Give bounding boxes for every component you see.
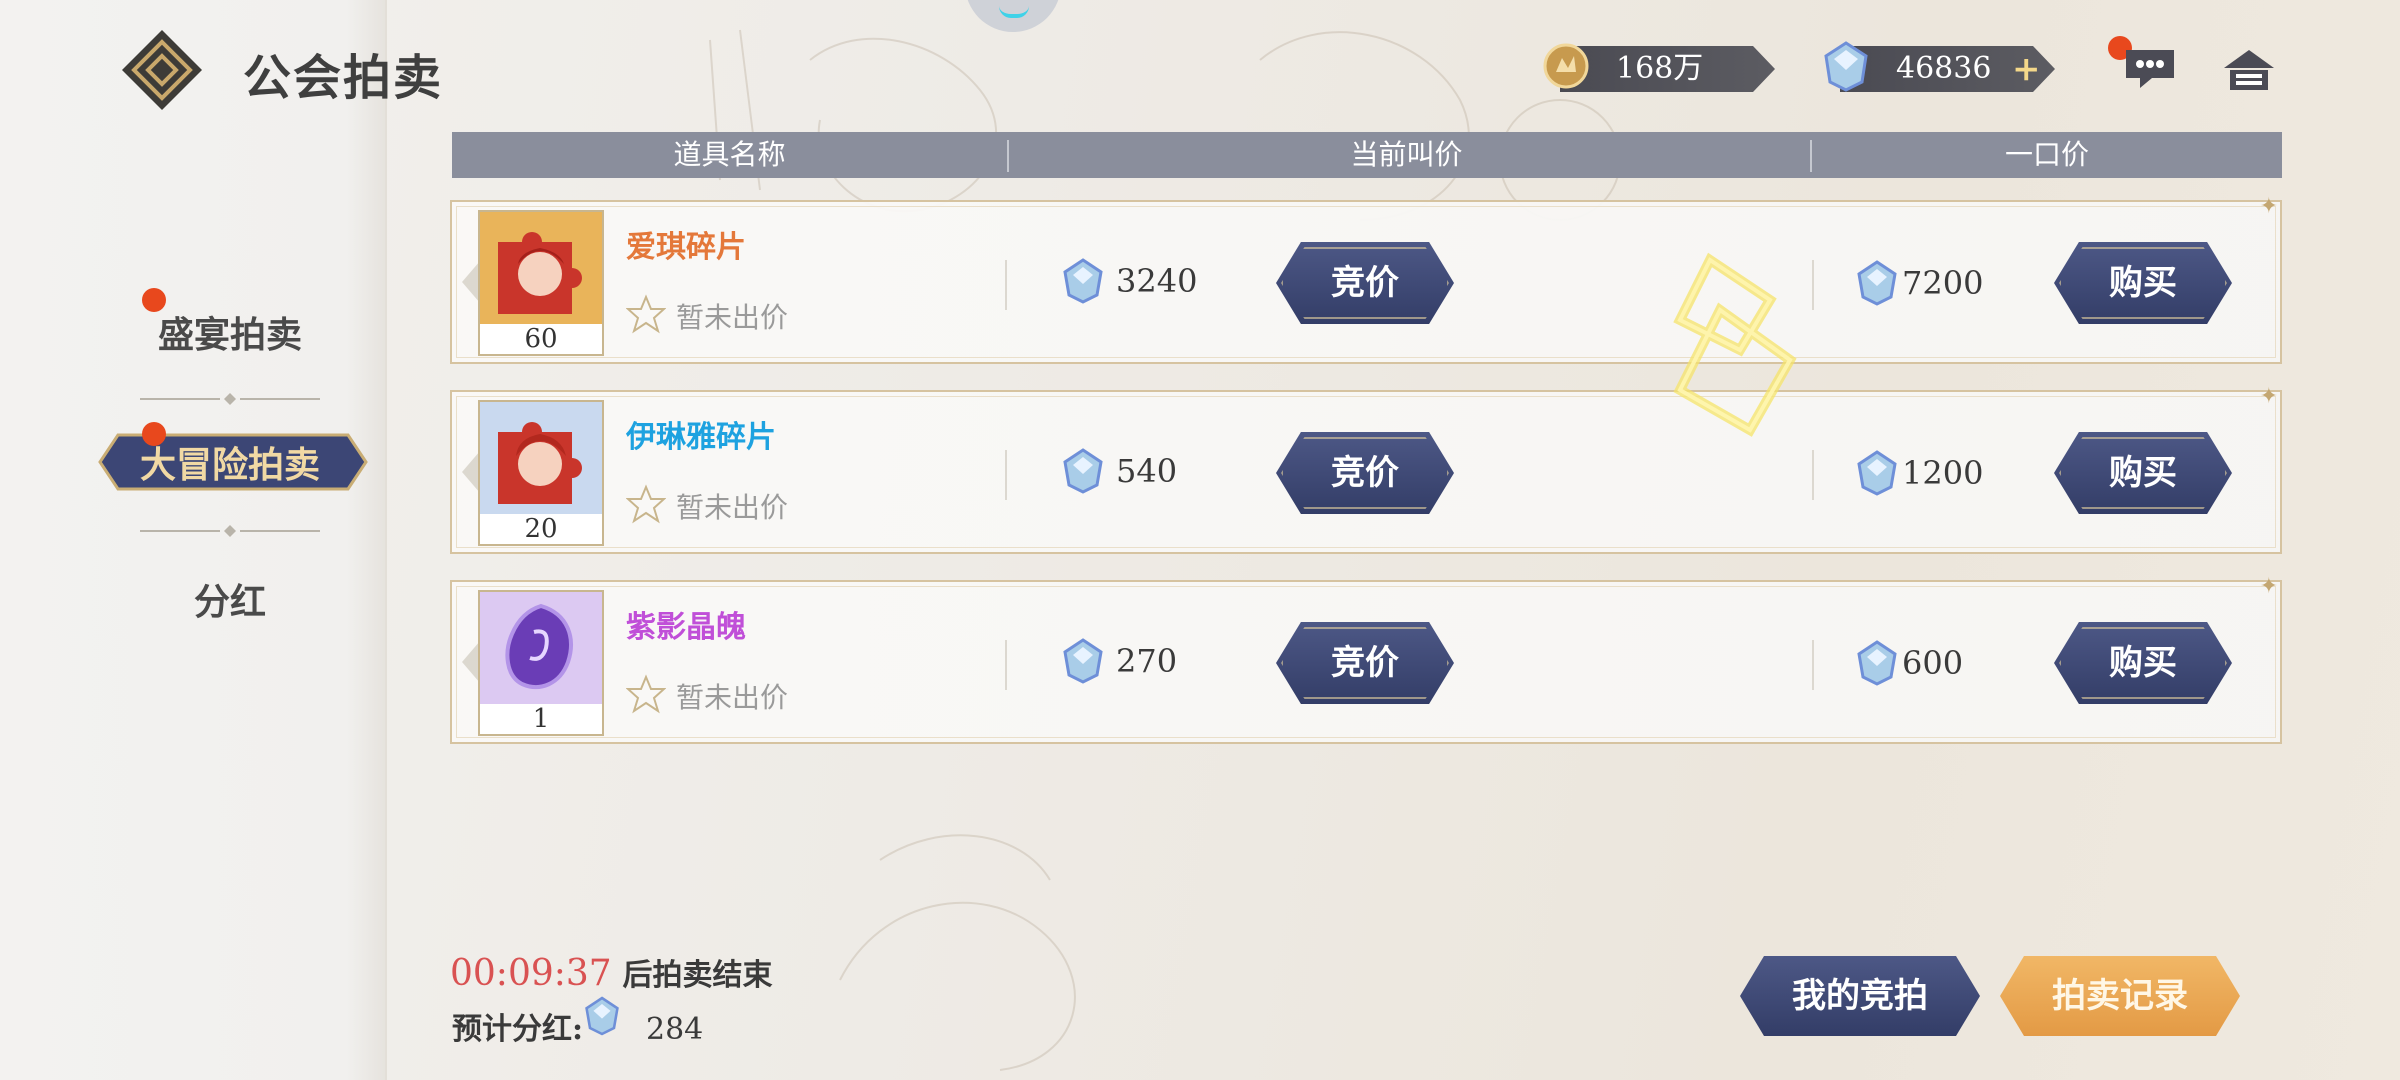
guild-logo-icon <box>122 30 202 110</box>
buyout-price: 1200 <box>1902 454 1984 492</box>
page-title: 公会拍卖 <box>243 50 444 106</box>
column-divider <box>1812 260 1814 310</box>
buy-button[interactable]: 购买 <box>2054 432 2232 514</box>
table-row: ✦ 1 紫影晶魄 暂未出价 270 竞价 600 购买 <box>450 574 2282 744</box>
buy-button-label: 购买 <box>2109 453 2177 493</box>
item-name: 伊琳雅碎片 <box>626 420 776 455</box>
current-bid-price: 3240 <box>1116 262 1198 300</box>
bid-button[interactable]: 竞价 <box>1276 242 1454 324</box>
dividend-label: 预计分红: <box>452 1012 584 1047</box>
countdown-suffix: 后拍卖结束 <box>622 958 773 993</box>
current-bid-price: 270 <box>1116 642 1178 680</box>
diamond-gem-icon <box>585 996 619 1036</box>
countdown-time: 00:09:37 <box>450 953 612 994</box>
bid-status: 暂未出价 <box>676 681 789 714</box>
bid-status: 暂未出价 <box>676 491 789 524</box>
column-divider <box>1005 260 1007 310</box>
buy-button-label: 购买 <box>2109 643 2177 683</box>
aiqi-fragment-portrait-icon <box>480 212 602 324</box>
nav-item-adventure-auction[interactable]: 大冒险拍卖 <box>80 436 380 488</box>
corner-star-decoration: ✦ <box>2259 574 2278 599</box>
chat-icon[interactable] <box>2122 46 2178 92</box>
buyout-price: 7200 <box>1902 264 1984 302</box>
star-outline-icon <box>626 484 666 524</box>
table-row: ✦ 60 爱琪碎片 暂未出价 3240 竞价 7200 购买 <box>450 194 2282 364</box>
current-bid-price: 540 <box>1116 452 1178 490</box>
item-name: 爱琪碎片 <box>626 230 746 265</box>
item-slot[interactable]: 60 <box>478 210 604 356</box>
buy-button[interactable]: 购买 <box>2054 622 2232 704</box>
table-header: 道具名称 当前叫价 一口价 <box>452 132 2282 178</box>
diamond-gem-icon <box>1063 448 1103 494</box>
item-slot[interactable]: 20 <box>478 400 604 546</box>
buyout-price: 600 <box>1902 644 1964 682</box>
item-slot[interactable]: 1 <box>478 590 604 736</box>
column-header-item-name: 道具名称 <box>673 138 786 171</box>
column-divider <box>1005 640 1007 690</box>
nav-item-feast-auction[interactable]: 盛宴拍卖 <box>80 306 380 358</box>
column-divider <box>1812 640 1814 690</box>
table-row: ✦ 20 伊琳雅碎片 暂未出价 540 竞价 1200 购买 <box>450 384 2282 554</box>
add-gems-button[interactable]: + <box>2012 50 2041 88</box>
corner-star-decoration: ✦ <box>2259 194 2278 219</box>
purple-crystal-soul-icon <box>480 592 602 704</box>
auction-records-button[interactable]: 拍卖记录 <box>2000 956 2240 1036</box>
corner-star-decoration: ✦ <box>2259 384 2278 409</box>
diamond-gem-icon <box>1857 260 1897 306</box>
item-quantity: 20 <box>480 514 602 544</box>
bid-button-label: 竞价 <box>1331 643 1399 683</box>
bid-button-label: 竞价 <box>1331 263 1399 303</box>
diamond-gem-icon <box>1857 640 1897 686</box>
diamond-gem-icon <box>1824 41 1868 92</box>
column-divider <box>1005 450 1007 500</box>
nav-divider <box>140 393 320 405</box>
bid-button[interactable]: 竞价 <box>1276 432 1454 514</box>
bid-button-label: 竞价 <box>1331 453 1399 493</box>
nav-item-adventure-label: 大冒险拍卖 <box>139 444 320 486</box>
item-name: 紫影晶魄 <box>626 610 746 645</box>
left-nav-panel <box>0 0 387 1080</box>
gold-coin-icon <box>1543 43 1589 89</box>
home-icon[interactable] <box>2222 48 2276 92</box>
star-outline-icon <box>626 674 666 714</box>
gold-counter: 168万 <box>1560 46 1775 92</box>
bid-button[interactable]: 竞价 <box>1276 622 1454 704</box>
star-outline-icon <box>626 294 666 334</box>
my-bids-button[interactable]: 我的竞拍 <box>1740 956 1980 1036</box>
diamond-gem-icon <box>1857 450 1897 496</box>
top-pulldown-handle[interactable] <box>965 0 1061 32</box>
nav-item-dividends[interactable]: 分红 <box>80 573 380 625</box>
item-quantity: 1 <box>480 704 602 734</box>
bid-status: 暂未出价 <box>676 301 789 334</box>
buy-button[interactable]: 购买 <box>2054 242 2232 324</box>
column-header-current-bid: 当前叫价 <box>1350 138 1463 171</box>
column-divider <box>1812 450 1814 500</box>
column-header-buyout: 一口价 <box>2004 138 2089 171</box>
item-quantity: 60 <box>480 324 602 354</box>
nav-divider <box>140 525 320 537</box>
estimated-dividend: 预计分红: 284 <box>452 1004 703 1048</box>
yilinya-fragment-portrait-icon <box>480 402 602 514</box>
buy-button-label: 购买 <box>2109 263 2177 303</box>
diamond-gem-icon <box>1063 638 1103 684</box>
auction-timer: 00:09:37 后拍卖结束 <box>450 950 773 994</box>
gem-amount: 46836 <box>1896 51 1992 86</box>
dividend-value: 284 <box>645 1012 704 1047</box>
diamond-gem-icon <box>1063 258 1103 304</box>
